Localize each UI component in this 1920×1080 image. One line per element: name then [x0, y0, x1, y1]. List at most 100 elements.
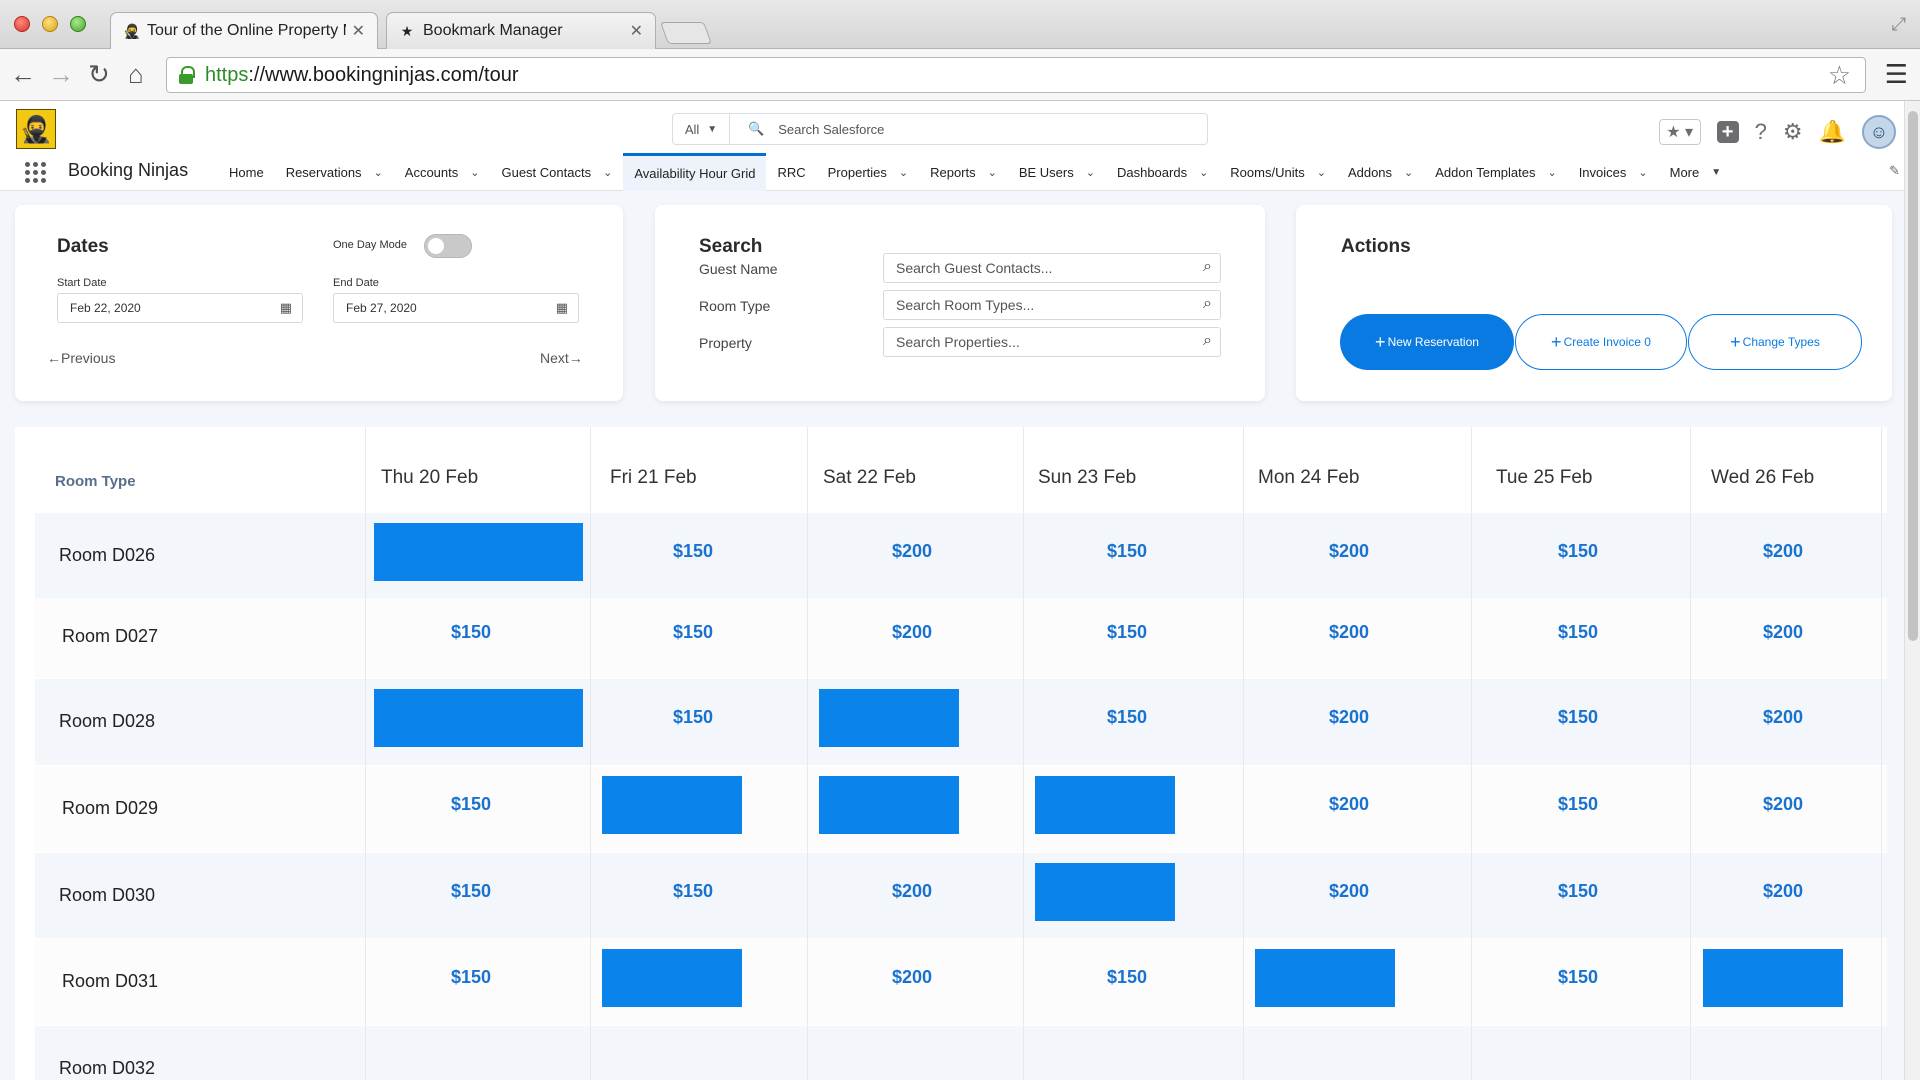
search-icon[interactable]: ⌕: [1203, 258, 1212, 276]
forward-icon[interactable]: →: [48, 59, 74, 89]
nav-item-invoices[interactable]: Invoices ⌄: [1568, 153, 1659, 191]
nav-item-reports[interactable]: Reports ⌄: [919, 153, 1008, 191]
minimize-window-button[interactable]: [42, 16, 58, 32]
room-name[interactable]: Room D030: [59, 885, 155, 906]
chevron-down-icon[interactable]: ⌄: [1086, 166, 1095, 179]
room-name[interactable]: Room D032: [59, 1058, 155, 1079]
guest-search-input[interactable]: Search Guest Contacts... ⌕: [883, 253, 1221, 283]
nav-item-properties[interactable]: Properties ⌄: [817, 153, 919, 191]
available-price-cell[interactable]: $150: [1558, 794, 1598, 815]
reload-icon[interactable]: ↻: [88, 59, 110, 89]
available-price-cell[interactable]: $200: [1763, 622, 1803, 643]
previous-link[interactable]: ←Previous: [47, 350, 115, 366]
available-price-cell[interactable]: $200: [1329, 794, 1369, 815]
available-price-cell[interactable]: $150: [1107, 541, 1147, 562]
available-price-cell[interactable]: $150: [1558, 967, 1598, 988]
booked-reservation-block[interactable]: [1255, 949, 1395, 1007]
available-price-cell[interactable]: $200: [1329, 622, 1369, 643]
browser-menu-icon[interactable]: ☰: [1885, 59, 1908, 90]
nav-item-rrc[interactable]: RRC: [766, 153, 816, 191]
create-invoice-button[interactable]: + Create Invoice 0: [1515, 314, 1687, 370]
global-search-input[interactable]: 🔍 Search Salesforce: [730, 113, 1208, 145]
chevron-down-icon[interactable]: ⌄: [1547, 166, 1556, 179]
available-price-cell[interactable]: $150: [1558, 622, 1598, 643]
room-name[interactable]: Room D029: [62, 798, 158, 819]
scrollbar-thumb[interactable]: [1908, 111, 1918, 641]
start-date-input[interactable]: Feb 22, 2020 ▦: [57, 293, 303, 323]
close-tab-icon[interactable]: ✕: [352, 21, 365, 41]
home-icon[interactable]: ⌂: [128, 59, 144, 89]
available-price-cell[interactable]: $150: [1558, 541, 1598, 562]
app-launcher-icon[interactable]: [25, 162, 46, 183]
available-price-cell[interactable]: $150: [1558, 881, 1598, 902]
one-day-mode-toggle[interactable]: [424, 234, 472, 258]
available-price-cell[interactable]: $200: [892, 541, 932, 562]
help-icon[interactable]: ?: [1755, 119, 1767, 145]
nav-item-home[interactable]: Home: [218, 153, 275, 191]
available-price-cell[interactable]: $150: [451, 794, 491, 815]
available-price-cell[interactable]: $150: [451, 967, 491, 988]
chevron-down-icon[interactable]: ⌄: [1404, 166, 1413, 179]
search-icon[interactable]: ⌕: [1203, 295, 1212, 313]
nav-item-more[interactable]: More ▼: [1659, 153, 1733, 191]
room-name[interactable]: Room D031: [62, 971, 158, 992]
search-icon[interactable]: ⌕: [1203, 332, 1212, 350]
page-scrollbar[interactable]: [1904, 101, 1920, 1080]
chevron-down-icon[interactable]: ⌄: [988, 166, 997, 179]
available-price-cell[interactable]: $150: [1558, 707, 1598, 728]
nav-item-addon-templates[interactable]: Addon Templates ⌄: [1424, 153, 1567, 191]
nav-item-be-users[interactable]: BE Users ⌄: [1008, 153, 1106, 191]
booked-reservation-block[interactable]: [1035, 776, 1175, 834]
available-price-cell[interactable]: $200: [1763, 707, 1803, 728]
calendar-icon[interactable]: ▦: [556, 300, 568, 316]
booked-reservation-block[interactable]: [1035, 863, 1175, 921]
available-price-cell[interactable]: $200: [892, 881, 932, 902]
zoom-window-button[interactable]: [70, 16, 86, 32]
chevron-down-icon[interactable]: ⌄: [1638, 166, 1647, 179]
browser-tab-bookmarks[interactable]: ★ Bookmark Manager ✕: [386, 12, 656, 49]
available-price-cell[interactable]: $150: [451, 622, 491, 643]
available-price-cell[interactable]: $150: [1107, 707, 1147, 728]
address-bar[interactable]: https://www.bookingninjas.com/tour ☆: [166, 57, 1866, 93]
nav-item-dashboards[interactable]: Dashboards ⌄: [1106, 153, 1219, 191]
available-price-cell[interactable]: $200: [1763, 541, 1803, 562]
available-price-cell[interactable]: $150: [673, 541, 713, 562]
available-price-cell[interactable]: $150: [451, 881, 491, 902]
booked-reservation-block[interactable]: [374, 523, 583, 581]
booked-reservation-block[interactable]: [1703, 949, 1843, 1007]
end-date-input[interactable]: Feb 27, 2020 ▦: [333, 293, 579, 323]
available-price-cell[interactable]: $200: [892, 967, 932, 988]
room-type-search-input[interactable]: Search Room Types... ⌕: [883, 290, 1221, 320]
search-scope-select[interactable]: All ▼: [672, 113, 730, 145]
chevron-down-icon[interactable]: ⌄: [1199, 166, 1208, 179]
close-window-button[interactable]: [14, 16, 30, 32]
caret-down-icon[interactable]: ▼: [1711, 167, 1721, 178]
available-price-cell[interactable]: $150: [1107, 622, 1147, 643]
available-price-cell[interactable]: $200: [1329, 707, 1369, 728]
room-name[interactable]: Room D028: [59, 711, 155, 732]
booked-reservation-block[interactable]: [819, 776, 959, 834]
close-tab-icon[interactable]: ✕: [630, 21, 643, 41]
chevron-down-icon[interactable]: ⌄: [470, 166, 479, 179]
nav-item-rooms-units[interactable]: Rooms/Units ⌄: [1219, 153, 1337, 191]
user-avatar[interactable]: ☺: [1862, 115, 1896, 149]
available-price-cell[interactable]: $150: [673, 707, 713, 728]
available-price-cell[interactable]: $150: [673, 622, 713, 643]
bookmark-star-icon[interactable]: ☆: [1828, 60, 1851, 91]
back-icon[interactable]: ←: [10, 59, 36, 89]
chevron-down-icon[interactable]: ⌄: [374, 166, 383, 179]
booked-reservation-block[interactable]: [374, 689, 583, 747]
browser-tab-tour[interactable]: 🥷 Tour of the Online Property Ma ✕: [110, 12, 378, 49]
favorites-icon[interactable]: ★ ▾: [1658, 119, 1701, 145]
available-price-cell[interactable]: $150: [673, 881, 713, 902]
edit-nav-pencil-icon[interactable]: ✎: [1889, 163, 1900, 179]
fullscreen-icon[interactable]: ⤢: [1892, 14, 1906, 35]
chevron-down-icon[interactable]: ⌄: [1317, 166, 1326, 179]
booked-reservation-block[interactable]: [602, 949, 742, 1007]
notifications-bell-icon[interactable]: 🔔: [1819, 119, 1846, 145]
room-name[interactable]: Room D027: [62, 626, 158, 647]
setup-gear-icon[interactable]: ⚙: [1783, 119, 1803, 145]
change-types-button[interactable]: + Change Types: [1688, 314, 1862, 370]
nav-item-availability-hour-grid[interactable]: Availability Hour Grid: [623, 153, 767, 191]
property-search-input[interactable]: Search Properties... ⌕: [883, 327, 1221, 357]
